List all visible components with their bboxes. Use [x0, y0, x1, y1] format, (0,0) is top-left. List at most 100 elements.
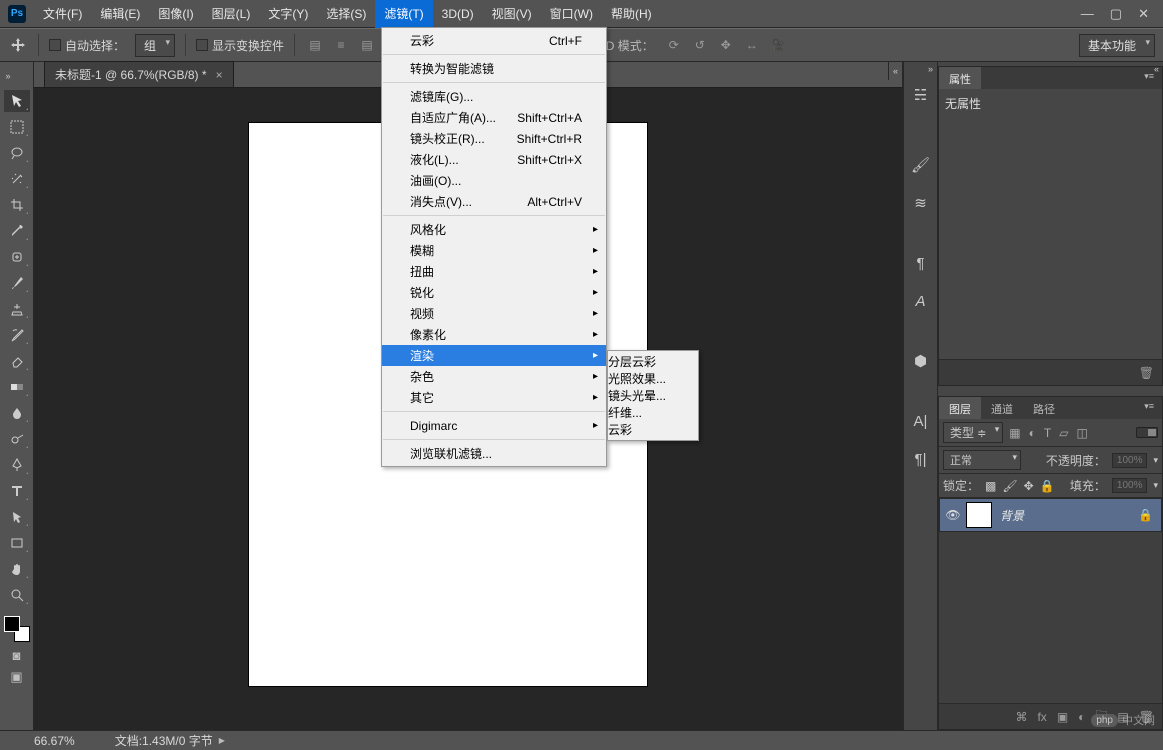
menu-type[interactable]: 文字(Y): [259, 0, 317, 28]
filter-adaptive-wide-angle[interactable]: 自适应广角(A)...Shift+Ctrl+A: [382, 107, 606, 128]
align-bottom-icon[interactable]: ▤: [357, 35, 377, 55]
align-vcenter-icon[interactable]: ≡: [331, 35, 351, 55]
auto-select-checkbox[interactable]: 自动选择：: [49, 37, 125, 54]
screen-mode-button[interactable]: ▣: [7, 668, 27, 686]
pan-3d-icon[interactable]: ✥: [716, 35, 736, 55]
color-swatch[interactable]: [4, 616, 30, 642]
minimize-button[interactable]: —: [1081, 6, 1094, 22]
properties-tab[interactable]: 属性: [939, 67, 981, 89]
history-panel-icon[interactable]: ☵: [908, 82, 934, 108]
menu-window[interactable]: 窗口(W): [541, 0, 602, 28]
filter-sharpen[interactable]: 锐化: [382, 282, 606, 303]
filter-shape-icon[interactable]: ▱: [1059, 426, 1068, 440]
blur-tool[interactable]: [4, 402, 30, 424]
menu-3d[interactable]: 3D(D): [433, 0, 483, 28]
render-lens-flare[interactable]: 镜头光晕...: [608, 387, 698, 404]
chevron-right-icon[interactable]: ▶: [219, 736, 225, 745]
filter-smart-icon[interactable]: ◫: [1076, 426, 1087, 440]
clone-stamp-tool[interactable]: [4, 298, 30, 320]
type-tool[interactable]: [4, 480, 30, 502]
shape-tool[interactable]: [4, 532, 30, 554]
lock-all-icon[interactable]: 🔒: [1040, 479, 1055, 493]
blend-mode-combo[interactable]: 正常: [943, 450, 1021, 470]
panel-menu-icon[interactable]: ▾≡: [1136, 397, 1162, 419]
menu-file[interactable]: 文件(F): [34, 0, 91, 28]
filter-gallery[interactable]: 滤镜库(G)...: [382, 86, 606, 107]
auto-select-target-combo[interactable]: 组: [135, 34, 175, 57]
character-panel-icon[interactable]: A: [908, 288, 934, 314]
brush-settings-icon[interactable]: ≋: [908, 190, 934, 216]
move-tool-icon[interactable]: [8, 35, 28, 55]
filter-noise[interactable]: 杂色: [382, 366, 606, 387]
filter-video[interactable]: 视频: [382, 303, 606, 324]
brush-tool[interactable]: [4, 272, 30, 294]
filter-adjust-icon[interactable]: ◐: [1029, 426, 1036, 440]
trash-icon[interactable]: 🗑: [1139, 366, 1154, 380]
slide-3d-icon[interactable]: ↔: [742, 35, 762, 55]
layer-row[interactable]: 👁 背景 🔒: [939, 498, 1162, 532]
align-top-icon[interactable]: ▤: [305, 35, 325, 55]
gradient-tool[interactable]: [4, 376, 30, 398]
layer-name[interactable]: 背景: [1000, 507, 1024, 524]
opacity-field[interactable]: 100%: [1112, 453, 1148, 468]
render-difference-clouds[interactable]: 分层云彩: [608, 353, 698, 370]
zoom-level[interactable]: 66.67%: [34, 734, 75, 748]
filter-other[interactable]: 其它: [382, 387, 606, 408]
layer-mask-icon[interactable]: ▣: [1057, 710, 1068, 724]
filter-pixel-icon[interactable]: ▦: [1009, 426, 1020, 440]
doc-expander[interactable]: «: [888, 62, 902, 80]
strip-expander[interactable]: »: [928, 64, 933, 74]
close-icon[interactable]: ×: [216, 68, 223, 82]
filter-oil-paint[interactable]: 油画(O)...: [382, 170, 606, 191]
filter-toggle[interactable]: [1136, 427, 1158, 438]
filter-pixelate[interactable]: 像素化: [382, 324, 606, 345]
visibility-icon[interactable]: 👁: [940, 508, 966, 522]
tool-panel-expander[interactable]: »: [2, 68, 14, 84]
document-tab[interactable]: 未标题-1 @ 66.7%(RGB/8) * ×: [44, 61, 234, 87]
menu-edit[interactable]: 编辑(E): [91, 0, 149, 28]
show-transform-checkbox[interactable]: 显示变换控件: [196, 37, 284, 54]
move-tool[interactable]: [4, 90, 30, 112]
filter-render[interactable]: 渲染: [382, 345, 606, 366]
menu-layer[interactable]: 图层(L): [203, 0, 260, 28]
quick-mask-button[interactable]: ◙: [7, 646, 27, 664]
para-styles-icon[interactable]: ¶|: [908, 446, 934, 472]
zoom-tool[interactable]: [4, 584, 30, 606]
filter-distort[interactable]: 扭曲: [382, 261, 606, 282]
filter-convert-smart[interactable]: 转换为智能滤镜: [382, 58, 606, 79]
magic-wand-tool[interactable]: [4, 168, 30, 190]
marquee-tool[interactable]: [4, 116, 30, 138]
char-styles-icon[interactable]: A|: [908, 408, 934, 434]
filter-liquify[interactable]: 液化(L)...Shift+Ctrl+X: [382, 149, 606, 170]
lock-pixels-icon[interactable]: 🖌: [1002, 479, 1017, 493]
fill-field[interactable]: 100%: [1112, 478, 1148, 493]
filter-vanishing-point[interactable]: 消失点(V)...Alt+Ctrl+V: [382, 191, 606, 212]
orbit-3d-icon[interactable]: ⟳: [664, 35, 684, 55]
filter-type-icon[interactable]: T: [1044, 426, 1051, 440]
filter-blur[interactable]: 模糊: [382, 240, 606, 261]
3d-panel-icon[interactable]: ⬢: [908, 348, 934, 374]
render-lighting-effects[interactable]: 光照效果...: [608, 370, 698, 387]
adjustment-layer-icon[interactable]: ◐: [1078, 710, 1085, 724]
zoom-3d-icon[interactable]: 🎥: [768, 35, 788, 55]
layer-filter-kind[interactable]: 类型 ≑: [943, 422, 1003, 443]
channels-tab[interactable]: 通道: [981, 397, 1023, 419]
filter-last[interactable]: 云彩Ctrl+F: [382, 30, 606, 51]
brush-presets-icon[interactable]: 🖌: [908, 152, 934, 178]
roll-3d-icon[interactable]: ↺: [690, 35, 710, 55]
layers-tab[interactable]: 图层: [939, 397, 981, 419]
panels-expander[interactable]: «: [1154, 64, 1159, 74]
maximize-button[interactable]: ▢: [1110, 6, 1122, 22]
crop-tool[interactable]: [4, 194, 30, 216]
history-brush-tool[interactable]: [4, 324, 30, 346]
paragraph-panel-icon[interactable]: ¶: [908, 250, 934, 276]
lock-transparent-icon[interactable]: ▩: [985, 479, 996, 493]
menu-help[interactable]: 帮助(H): [602, 0, 661, 28]
render-clouds[interactable]: 云彩: [608, 421, 698, 438]
menu-view[interactable]: 视图(V): [483, 0, 541, 28]
menu-select[interactable]: 选择(S): [317, 0, 375, 28]
close-button[interactable]: ✕: [1138, 6, 1149, 22]
hand-tool[interactable]: [4, 558, 30, 580]
filter-digimarc[interactable]: Digimarc: [382, 415, 606, 436]
dodge-tool[interactable]: [4, 428, 30, 450]
